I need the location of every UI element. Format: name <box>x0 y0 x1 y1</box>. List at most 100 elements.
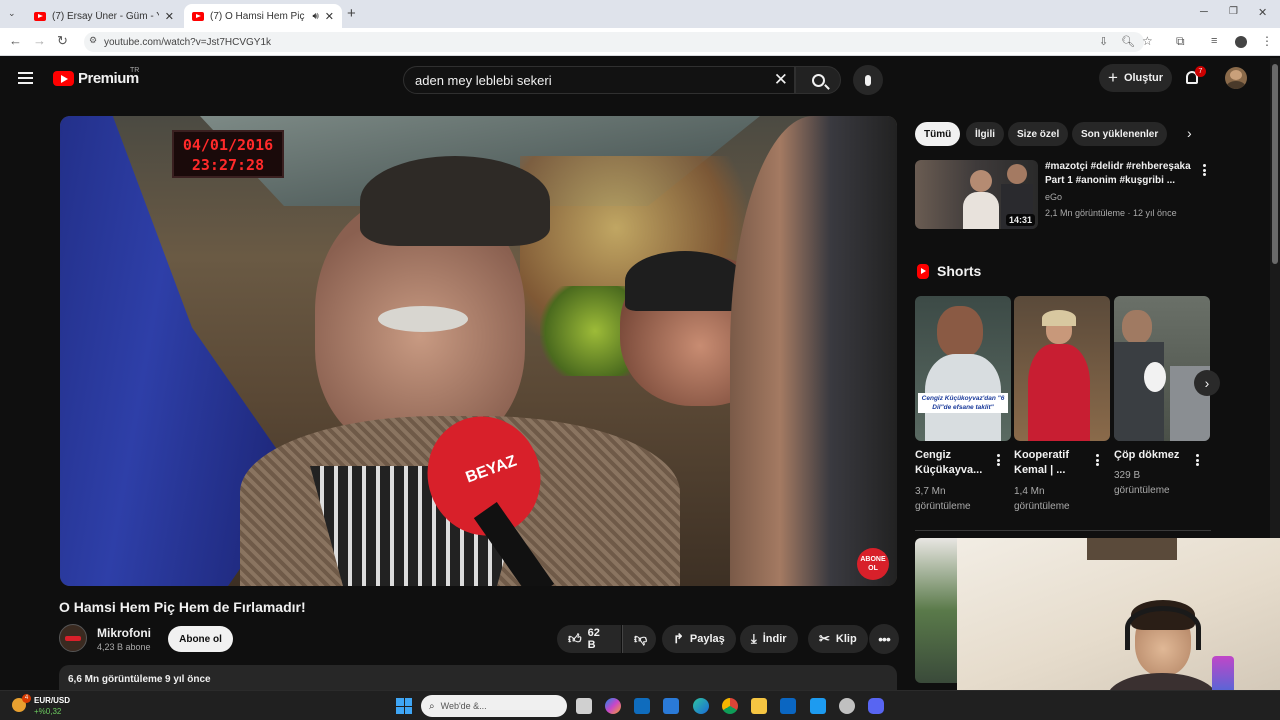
next-thumbnail-partial[interactable] <box>915 538 957 683</box>
share-button[interactable]: ↱ Paylaş <box>662 625 736 653</box>
short-title: Çöp dökmez <box>1114 449 1180 461</box>
shorts-heading: Shorts <box>917 263 981 279</box>
webcam-headphones <box>1125 606 1201 650</box>
country-code: TR <box>130 67 140 74</box>
page-scrollbar-thumb[interactable] <box>1272 64 1278 264</box>
chip-for-you[interactable]: Size özel <box>1008 122 1069 146</box>
thumbs-down-icon: 👎︎ <box>634 631 648 646</box>
app-icon[interactable] <box>839 698 855 714</box>
old-man-cap <box>360 156 550 246</box>
old-man-moustache <box>378 306 468 332</box>
download-button[interactable]: ⤓ İndir <box>740 625 798 653</box>
site-info-icon[interactable]: ⚙ <box>89 35 97 46</box>
short-views: 1,4 Mn görüntüleme <box>1014 486 1070 512</box>
store-icon[interactable] <box>663 698 679 714</box>
shorts-logo-icon <box>917 263 929 279</box>
taskbar-search-placeholder: Web'de &... <box>440 701 487 711</box>
tab-search-chevron-icon[interactable]: ⌄ <box>8 8 16 19</box>
back-arrow-icon[interactable]: ← <box>9 33 22 48</box>
more-vertical-icon[interactable] <box>1192 452 1202 468</box>
close-tab-icon[interactable]: ✕ <box>165 10 174 23</box>
search-button[interactable] <box>795 66 841 94</box>
short-card[interactable]: Cengiz Küçükoyvaz'dan "6 Dil"de efsane t… <box>915 296 1011 512</box>
browser-tab-strip: ⌄ (7) Ersay Üner - Güm - YouTube ✕ (7) O… <box>0 0 1280 28</box>
file-explorer-icon[interactable] <box>751 698 767 714</box>
close-tab-icon[interactable]: ✕ <box>325 10 334 23</box>
download-icon: ⤓ <box>751 631 757 646</box>
discord-icon[interactable] <box>868 698 884 714</box>
install-app-icon[interactable]: ⇩ <box>1099 35 1108 48</box>
minimize-window-icon[interactable]: ─ <box>1200 6 1208 18</box>
abone-ol-watermark: ABONE OL <box>857 548 889 580</box>
notifications-button[interactable]: 7 <box>1183 66 1206 90</box>
thumbs-up-icon: 👍︎ <box>568 631 582 646</box>
more-vertical-icon[interactable] <box>993 452 1003 468</box>
channel-avatar[interactable] <box>59 624 87 652</box>
more-vertical-icon[interactable] <box>1092 452 1102 468</box>
taskbar-search-box[interactable]: ⌕ Web'de &... <box>421 695 567 717</box>
new-tab-icon[interactable]: + <box>347 5 356 22</box>
outlook-icon[interactable] <box>634 698 650 714</box>
recommended-video[interactable]: 14:31 #mazotçi #delidr #rehbereşaka Part… <box>915 160 1215 230</box>
reload-icon[interactable]: ↻ <box>57 33 68 49</box>
browser-menu-icon[interactable]: ⋮ <box>1261 34 1273 48</box>
browser-toolbar: ← → ↻ ⚙ youtube.com/watch?v=Jst7HCVGY1k … <box>0 28 1280 56</box>
short-title: Cengiz Küçükayva... <box>915 449 983 476</box>
speaker-icon[interactable]: 🔊︎ <box>312 11 318 22</box>
start-button[interactable] <box>396 698 412 714</box>
like-button[interactable]: 👍︎ 62 B <box>557 625 621 653</box>
edge-icon[interactable] <box>693 698 709 714</box>
clip-button[interactable]: ✂ Klip <box>808 625 868 653</box>
ticker-badge: 4 <box>22 694 31 703</box>
clear-search-icon[interactable]: ✕ <box>774 70 788 90</box>
browser-tab-2[interactable]: (7) O Hamsi Hem Piç Hem d 🔊︎ ✕ <box>184 4 342 28</box>
video-player[interactable]: 04/01/2016 23:27:28 BEYAZ ABONE OL <box>60 116 897 586</box>
short-card[interactable]: Kooperatif Kemal | ... 1,4 Mn görüntülem… <box>1014 296 1110 512</box>
recommended-title: #mazotçi #delidr #rehbereşaka Part 1 #an… <box>1045 161 1191 186</box>
search-icon: ⌕ <box>429 700 435 712</box>
close-window-icon[interactable]: ✕ <box>1258 6 1267 19</box>
chip-related[interactable]: İlgili <box>966 122 1004 146</box>
shorts-next-button[interactable]: › <box>1194 370 1220 396</box>
browser-tab-1[interactable]: (7) Ersay Üner - Güm - YouTube ✕ <box>26 4 182 28</box>
task-view-icon[interactable] <box>576 698 592 714</box>
hamburger-menu-icon[interactable] <box>18 72 33 84</box>
share-label: Paylaş <box>689 633 725 645</box>
tab-title: (7) O Hamsi Hem Piç Hem d <box>210 10 306 22</box>
chip-all[interactable]: Tümü <box>915 122 961 146</box>
search-input[interactable]: aden mey leblebi sekeri ✕ <box>403 66 795 94</box>
description-box[interactable]: 6,6 Mn görüntüleme 9 yıl önce <box>59 665 897 690</box>
profile-avatar-icon[interactable] <box>1235 36 1247 48</box>
chrome-icon[interactable] <box>722 698 738 714</box>
linkedin-icon[interactable] <box>780 698 796 714</box>
shelf-divider <box>915 530 1211 531</box>
bookmark-star-icon[interactable]: ☆ <box>1142 34 1153 48</box>
account-avatar[interactable] <box>1225 67 1247 89</box>
restore-window-icon[interactable]: ❐ <box>1229 6 1238 17</box>
tab-search-icon[interactable]: ≡ <box>1211 35 1217 47</box>
short-card[interactable]: Çöp dökmez 329 B görüntüleme <box>1114 296 1210 511</box>
more-actions-button[interactable]: ••• <box>869 624 899 654</box>
short-thumbnail <box>1014 296 1110 441</box>
extensions-icon[interactable]: ⧉ <box>1176 34 1185 49</box>
channel-name[interactable]: Mikrofoni <box>97 626 151 640</box>
more-vertical-icon[interactable] <box>1199 162 1209 178</box>
dislike-button[interactable]: 👎︎ <box>622 625 656 653</box>
background-man-beanie <box>625 251 745 311</box>
copilot-icon[interactable] <box>605 698 621 714</box>
youtube-logo[interactable]: Premium <box>53 70 139 87</box>
youtube-favicon-icon <box>34 11 46 21</box>
subscribe-button[interactable]: Abone ol <box>168 626 233 652</box>
scissors-icon: ✂ <box>819 631 830 646</box>
forward-arrow-icon[interactable]: → <box>33 33 46 48</box>
chip-recent-uploads[interactable]: Son yüklenenler <box>1072 122 1168 146</box>
twitter-icon[interactable] <box>810 698 826 714</box>
zoom-icon[interactable]: 🔍︎ <box>1121 35 1135 48</box>
short-views: 3,7 Mn görüntüleme <box>915 486 971 512</box>
address-bar[interactable]: ⚙ youtube.com/watch?v=Jst7HCVGY1k <box>84 32 1144 52</box>
voice-search-button[interactable] <box>853 65 883 95</box>
recommended-channel: eGo <box>1045 192 1063 202</box>
chips-next-chevron-icon[interactable]: › <box>1187 125 1192 141</box>
create-button[interactable]: + Oluştur <box>1099 64 1172 92</box>
weather-widget[interactable]: 4 EUR/USD +%0,32 <box>8 694 88 718</box>
